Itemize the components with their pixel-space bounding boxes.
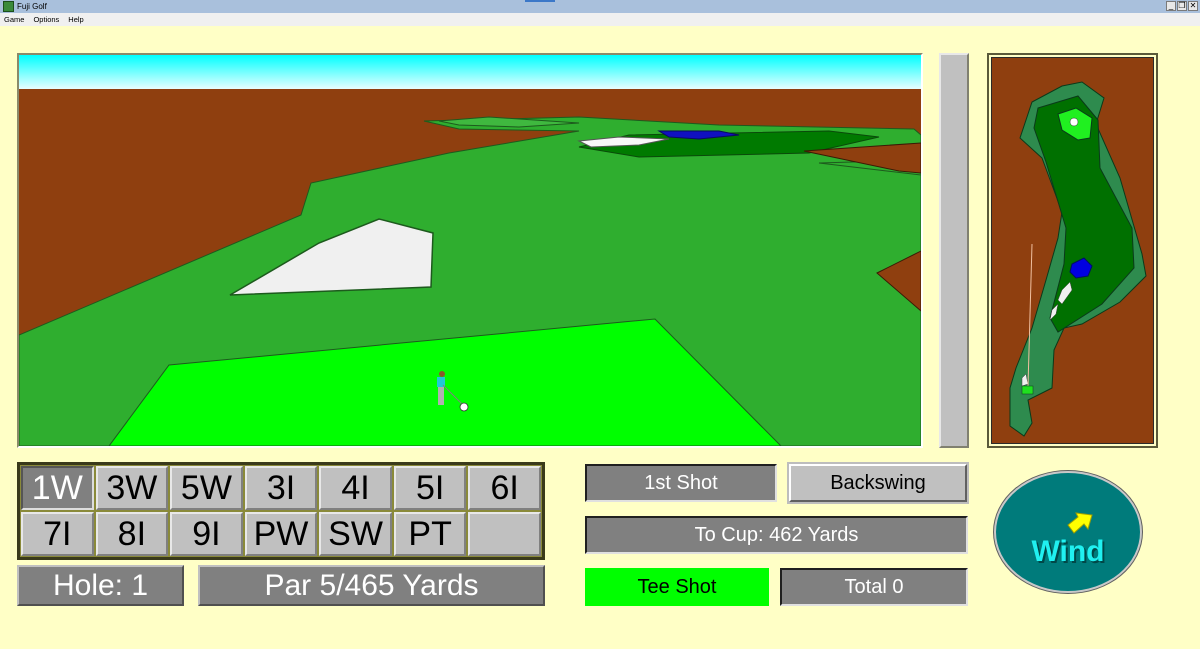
wind-label: Wind	[1031, 535, 1105, 568]
map-tee	[1021, 385, 1034, 395]
course-3d-view[interactable]	[17, 53, 923, 448]
course-map-frame	[991, 57, 1154, 444]
course-scene	[19, 55, 921, 446]
golf-app-icon	[3, 1, 14, 12]
club-5i[interactable]: 5I	[393, 466, 467, 510]
menu-bar: Game Options Help	[0, 13, 1200, 26]
menu-options[interactable]: Options	[33, 13, 59, 26]
par-yardage: Par 5/465 Yards	[198, 565, 545, 606]
lie-status: Tee Shot	[585, 568, 769, 606]
club-empty-slot	[468, 512, 541, 556]
title-bar: Fuji Golf _ ❐ ✕	[0, 0, 1200, 13]
map-cup	[1069, 117, 1079, 127]
club-selector: 1W 3W 5W 3I 4I 5I 6I 7I 8I 9I PW SW PT	[17, 462, 545, 560]
total-score: Total 0	[780, 568, 968, 606]
backswing-button[interactable]: Backswing	[787, 462, 969, 504]
golf-ball	[459, 402, 469, 412]
shot-count: 1st Shot	[585, 464, 777, 502]
club-1w[interactable]: 1W	[21, 466, 94, 510]
wind-indicator[interactable]: Wind	[994, 471, 1142, 593]
close-button[interactable]: ✕	[1188, 1, 1198, 11]
club-9i[interactable]: 9I	[170, 512, 243, 556]
club-pt[interactable]: PT	[393, 512, 467, 556]
club-3i[interactable]: 3I	[244, 466, 318, 510]
club-pw[interactable]: PW	[244, 512, 318, 556]
restore-button[interactable]: ❐	[1177, 1, 1187, 11]
wind-arrow-icon	[1067, 512, 1093, 534]
power-meter	[939, 53, 969, 448]
club-3w[interactable]: 3W	[95, 466, 169, 510]
club-8i[interactable]: 8I	[95, 512, 169, 556]
course-map	[987, 53, 1158, 448]
club-6i[interactable]: 6I	[468, 466, 541, 510]
menu-game[interactable]: Game	[4, 13, 24, 26]
club-7i[interactable]: 7I	[21, 512, 94, 556]
sky	[19, 55, 921, 89]
club-5w[interactable]: 5W	[170, 466, 243, 510]
menu-help[interactable]: Help	[68, 13, 83, 26]
club-4i[interactable]: 4I	[319, 466, 392, 510]
hole-number: Hole: 1	[17, 565, 184, 606]
club-sw[interactable]: SW	[319, 512, 392, 556]
title-bar-accent	[525, 0, 555, 2]
hole-overview	[1009, 81, 1147, 437]
window-controls: _ ❐ ✕	[1166, 1, 1198, 11]
distance-to-cup: To Cup: 462 Yards	[585, 516, 968, 554]
minimize-button[interactable]: _	[1166, 1, 1176, 11]
window-title: Fuji Golf	[17, 2, 47, 11]
